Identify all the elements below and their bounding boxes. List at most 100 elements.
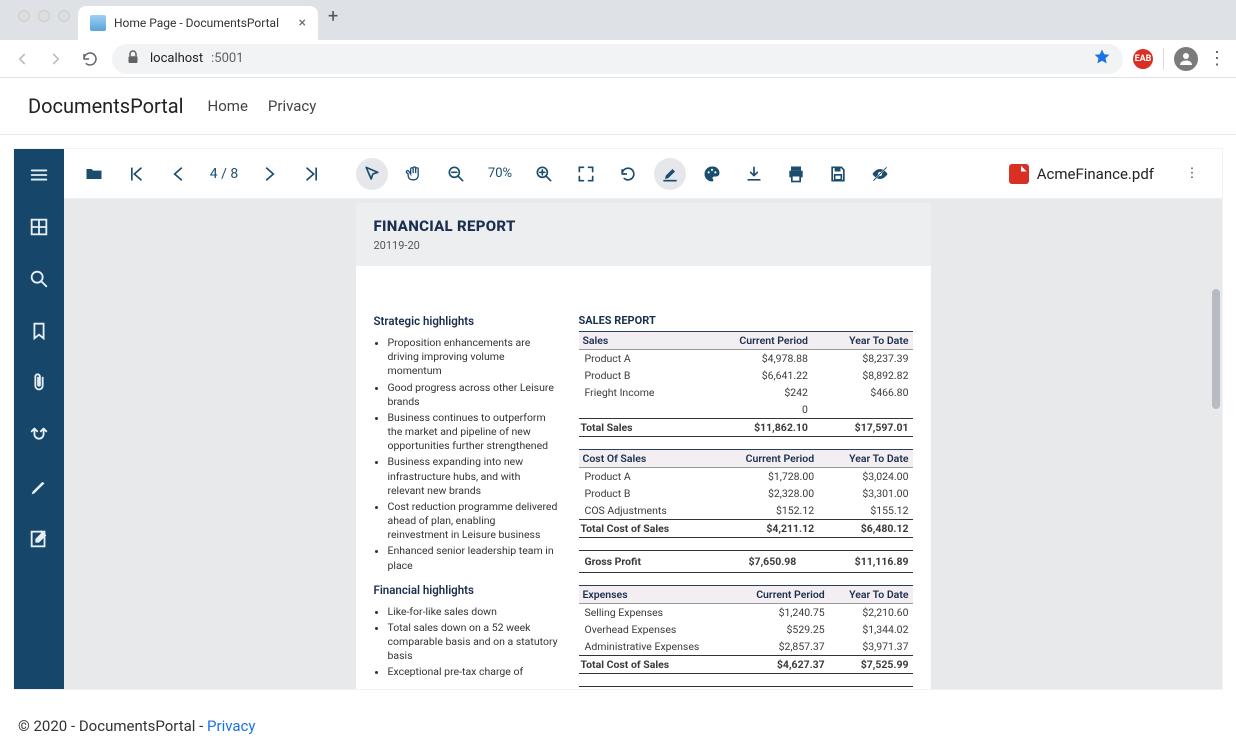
address-bar: localhost :5001 EAB ⋮ [0,40,1236,78]
viewer-sidebar [14,149,64,689]
hamburger-menu-icon[interactable] [25,161,53,189]
list-item: Like-for-like sales down [388,605,559,619]
page-indicator[interactable]: 4 / 8 [204,166,244,182]
undo-redo-icon[interactable] [25,421,53,449]
attachment-icon[interactable] [25,369,53,397]
strategic-list: Proposition enhancements are driving imp… [374,336,559,573]
footer-privacy-link[interactable]: Privacy [207,717,255,735]
highlight-marker-icon[interactable] [654,158,686,190]
window-controls [10,10,78,30]
sales-table: SalesCurrent PeriodYear To DateProduct A… [579,331,913,437]
annotate-pencil-icon[interactable] [25,473,53,501]
nav-privacy[interactable]: Privacy [268,97,316,115]
new-tab-button[interactable]: + [318,6,350,35]
cost-of-sales-table: Cost Of SalesCurrent PeriodYear To DateP… [579,449,913,538]
app-brand[interactable]: DocumentsPortal [28,94,184,118]
thumbnails-icon[interactable] [25,213,53,241]
search-icon[interactable] [25,265,53,293]
doc-subtitle: 20119-20 [374,239,913,252]
pan-hand-icon[interactable] [398,158,430,190]
zoom-in-icon[interactable] [528,158,560,190]
table-row: Product B$2,328.00$3,301.00 [579,485,913,502]
page-content: FINANCIAL REPORT 20119-20 Strategic high… [356,203,931,689]
financial-heading: Financial highlights [374,583,559,597]
list-item: Exceptional pre-tax charge of [388,665,559,679]
fit-page-icon[interactable] [570,158,602,190]
print-icon[interactable] [780,158,812,190]
browser-tab[interactable]: Home Page - DocumentsPortal × [78,6,318,40]
financial-list: Like-for-like sales down Total sales down… [374,605,559,680]
list-item: Good progress across other Leisure brand… [388,381,559,409]
url-host: localhost [150,51,203,66]
omnibox[interactable]: localhost :5001 [112,44,1123,74]
next-page-icon[interactable] [254,158,286,190]
sales-report-title: SALES REPORT [579,314,913,327]
browser-menu-icon[interactable]: ⋮ [1208,48,1226,69]
table-row: Product B$6,641.22$8,892.82 [579,367,913,384]
visibility-off-icon[interactable] [864,158,896,190]
select-tool-icon[interactable] [356,158,388,190]
zoom-out-icon[interactable] [440,158,472,190]
edit-page-icon[interactable] [25,525,53,553]
close-tab-icon[interactable]: × [299,15,306,31]
table-row: Selling Expenses$1,240.75$2,210.60 [579,604,913,622]
table-row: Overhead Expenses$529.25$1,344.02 [579,621,913,638]
filename-chip: AcmeFinance.pdf [1009,164,1154,184]
table-row: Product A$4,978.88$8,237.39 [579,350,913,368]
vertical-scrollbar-thumb[interactable] [1212,289,1220,409]
last-page-icon[interactable] [296,158,328,190]
rotate-icon[interactable] [612,158,644,190]
table-row: Product A$1,728.00$3,024.00 [579,468,913,486]
copyright-text: © 2020 - DocumentsPortal - [18,717,207,735]
forward-button[interactable] [44,47,68,71]
profile-separator [1163,48,1164,70]
table-row: COS Adjustments$152.12$155.12 [579,502,913,520]
save-icon[interactable] [822,158,854,190]
list-item: Proposition enhancements are driving imp… [388,336,559,379]
gross-profit-row: Gross Profit$7,650.98$11,116.89 [579,550,913,573]
minimize-window[interactable] [38,10,50,22]
bookmark-star-icon[interactable] [1093,48,1111,70]
viewer-toolbar: 4 / 8 70% AcmeFinance.pdf ⋮ [64,149,1222,199]
app-footer: © 2020 - DocumentsPortal - Privacy [0,703,1236,749]
maximize-window[interactable] [58,10,70,22]
profile-avatar[interactable] [1174,47,1198,71]
prev-page-icon[interactable] [162,158,194,190]
reload-button[interactable] [78,47,102,71]
table-total-row: Total Cost of Sales$4,211.12$6,480.12 [579,520,913,538]
back-button[interactable] [10,47,34,71]
open-file-icon[interactable] [78,158,110,190]
zoom-level[interactable]: 70% [482,166,518,181]
download-icon[interactable] [738,158,770,190]
table-total-row: Total Sales$11,862.10$17,597.01 [579,419,913,437]
pdf-file-icon [1009,164,1029,184]
close-window[interactable] [18,10,30,22]
extension-badge[interactable]: EAB [1133,49,1153,69]
net-profit-row: Net Profit$3,023.61$3,590.90 [579,686,913,689]
color-palette-icon[interactable] [696,158,728,190]
table-row: Frieght Income$242$466.80 [579,384,913,401]
tab-title: Home Page - DocumentsPortal [114,16,279,30]
app-nav: Home Privacy [208,97,317,115]
table-total-row: Total Cost of Sales$4,627.37$7,525.99 [579,656,913,674]
favicon-icon [90,15,106,31]
table-row: Administrative Expenses$2,857.37$3,971.3… [579,638,913,656]
first-page-icon[interactable] [120,158,152,190]
document-canvas[interactable]: FINANCIAL REPORT 20119-20 Strategic high… [64,199,1222,689]
list-item: Cost reduction programme delivered ahead… [388,500,559,543]
list-item: Business continues to outperform the mar… [388,411,559,454]
app-header: DocumentsPortal Home Privacy [0,78,1236,134]
bookmark-icon[interactable] [25,317,53,345]
table-row: 0 [579,401,913,419]
lock-icon [124,48,142,70]
strategic-heading: Strategic highlights [374,314,559,328]
list-item: Total sales down on a 52 week comparable… [388,621,559,664]
list-item: Business expanding into new infrastructu… [388,455,559,498]
url-port: :5001 [211,51,243,66]
more-menu-icon[interactable]: ⋮ [1176,158,1208,190]
list-item: Enhanced senior leadership team in place [388,544,559,572]
nav-home[interactable]: Home [208,97,248,115]
browser-tab-strip: Home Page - DocumentsPortal × + [0,0,1236,40]
doc-title: FINANCIAL REPORT [374,217,913,235]
pdf-viewer: 4 / 8 70% AcmeFinance.pdf ⋮ [14,149,1222,689]
